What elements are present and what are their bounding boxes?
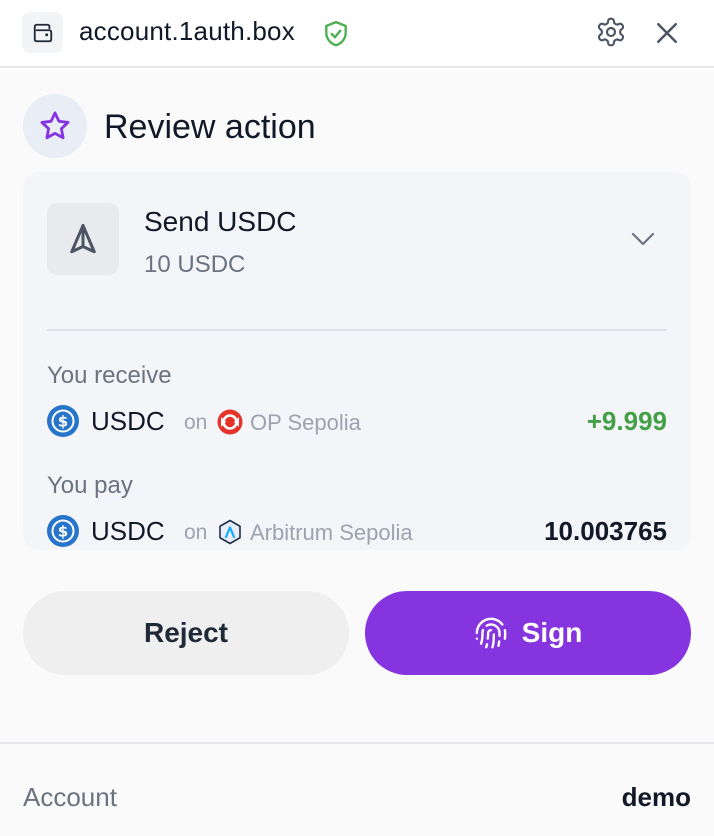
pay-on: on xyxy=(184,521,208,544)
arbitrum-sepolia-icon xyxy=(219,519,241,545)
pay-amount: 10.003765 xyxy=(544,516,667,546)
reject-button[interactable]: Reject xyxy=(23,591,349,675)
usdc-icon: $ xyxy=(47,405,79,437)
footer: Account demo xyxy=(0,742,714,836)
sign-label: Sign xyxy=(521,617,583,648)
gear-icon[interactable] xyxy=(595,16,627,48)
shield-check-icon xyxy=(325,20,347,47)
reject-label: Reject xyxy=(143,617,229,648)
send-icon xyxy=(47,203,119,275)
action-subtitle: 10 USDC xyxy=(144,251,246,278)
domain-title: account.1auth.box xyxy=(79,16,295,46)
account-label: Account xyxy=(23,782,117,812)
action-card: Send USDC 10 USDC You receive $ USDC on … xyxy=(23,172,691,550)
svg-text:$: $ xyxy=(58,523,68,541)
receive-row: $ USDC on OP Sepolia +9.999 xyxy=(47,404,667,440)
action-title: Send USDC xyxy=(144,206,297,237)
star-icon xyxy=(23,94,87,158)
account-value: demo xyxy=(621,782,691,812)
op-sepolia-icon xyxy=(217,409,243,435)
pay-row: $ USDC on Arbitrum Sepolia 10.003765 xyxy=(47,514,667,550)
receive-chain: OP Sepolia xyxy=(250,410,361,435)
top-bar: account.1auth.box xyxy=(0,0,714,68)
receive-amount: +9.999 xyxy=(586,406,667,436)
chevron-down-icon[interactable] xyxy=(629,228,657,250)
receive-label: You receive xyxy=(47,362,172,389)
page-title: Review action xyxy=(104,108,316,146)
receive-token: USDC xyxy=(91,406,165,436)
receive-on: on xyxy=(184,411,208,434)
sign-button[interactable]: Sign xyxy=(365,591,691,675)
review-panel: Review action Send USDC 10 USDC You rece… xyxy=(0,70,714,742)
fingerprint-icon xyxy=(475,617,506,649)
pay-chain: Arbitrum Sepolia xyxy=(250,520,413,545)
svg-text:$: $ xyxy=(58,413,68,431)
pay-label: You pay xyxy=(47,472,133,499)
close-icon[interactable] xyxy=(652,18,682,48)
wallet-icon[interactable] xyxy=(22,12,63,53)
divider xyxy=(47,329,667,331)
usdc-icon: $ xyxy=(47,515,79,547)
pay-token: USDC xyxy=(91,516,165,546)
